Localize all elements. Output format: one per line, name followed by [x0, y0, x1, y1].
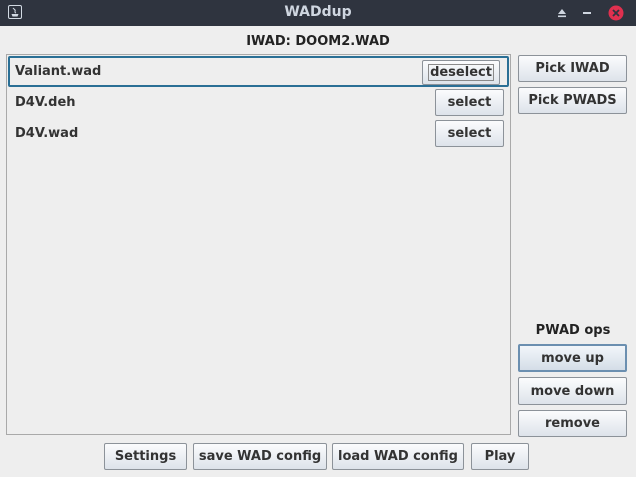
close-circle-icon[interactable]: [608, 5, 624, 21]
select-button[interactable]: select: [435, 89, 504, 116]
move-down-button[interactable]: move down: [518, 377, 627, 405]
title-bar: WADdup: [0, 0, 636, 26]
iwad-label: IWAD: DOOM2.WAD: [246, 34, 390, 49]
pwad-list: Valiant.wad deselect D4V.deh select D4V.…: [6, 54, 511, 435]
window-title: WADdup: [284, 4, 352, 20]
wad-filename: Valiant.wad: [15, 64, 102, 79]
select-button[interactable]: select: [435, 120, 504, 147]
settings-button[interactable]: Settings: [104, 443, 187, 470]
load-wad-config-button[interactable]: load WAD config: [332, 443, 464, 470]
list-item[interactable]: Valiant.wad deselect: [8, 56, 509, 87]
save-wad-config-button[interactable]: save WAD config: [193, 443, 327, 470]
play-button[interactable]: Play: [471, 443, 529, 470]
move-up-button[interactable]: move up: [518, 344, 627, 372]
pwad-ops-label: PWAD ops: [535, 323, 611, 338]
minimize-dash-icon[interactable]: [580, 6, 594, 20]
wad-filename: D4V.wad: [15, 126, 79, 141]
deselect-button[interactable]: deselect: [422, 60, 500, 85]
wad-filename: D4V.deh: [15, 95, 76, 110]
shade-triangle-icon[interactable]: [555, 6, 569, 20]
pick-iwad-button[interactable]: Pick IWAD: [518, 55, 627, 82]
list-item[interactable]: D4V.wad select: [8, 118, 509, 149]
remove-button[interactable]: remove: [518, 410, 627, 437]
list-item[interactable]: D4V.deh select: [8, 87, 509, 118]
pick-pwads-button[interactable]: Pick PWADS: [518, 87, 627, 114]
